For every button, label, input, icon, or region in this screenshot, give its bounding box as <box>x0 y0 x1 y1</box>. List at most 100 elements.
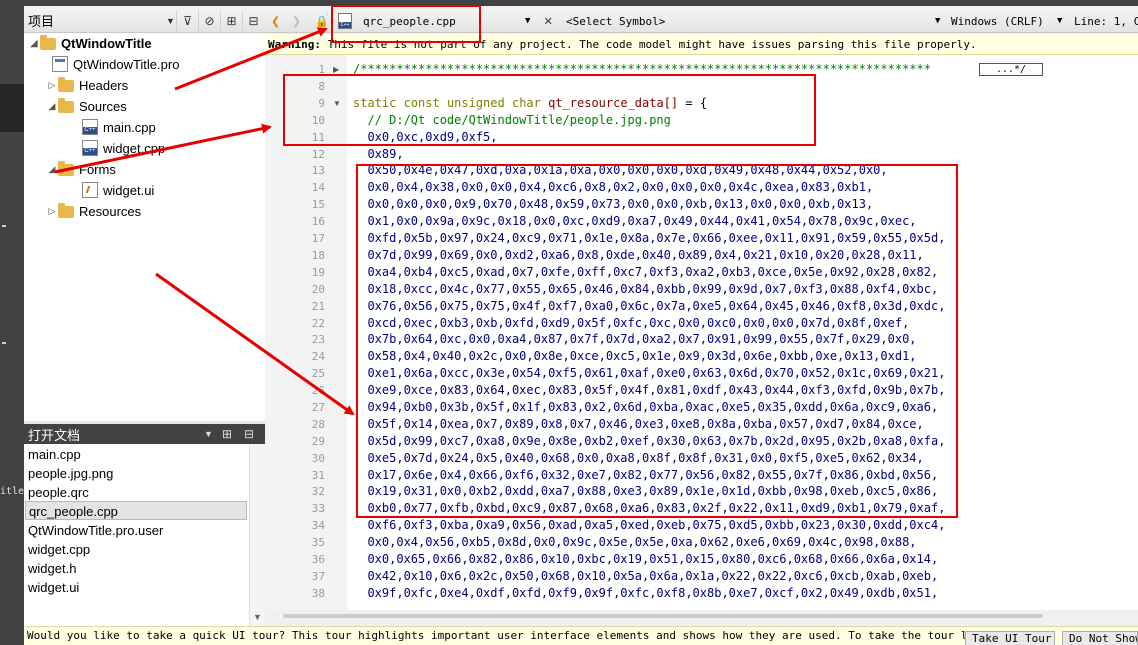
tree-item-pro-file[interactable]: QtWindowTitle.pro <box>52 54 179 74</box>
close-pane-icon[interactable]: ⊟ <box>238 427 260 441</box>
open-doc-item[interactable]: widget.cpp <box>25 540 247 559</box>
chevron-down-icon[interactable]: ▼ <box>204 429 216 439</box>
chevron-down-icon[interactable]: ◢ <box>28 38 40 49</box>
tree-item-label: Resources <box>79 203 142 219</box>
line-number: 33 <box>311 502 325 515</box>
open-doc-item[interactable]: widget.ui <box>25 578 247 597</box>
line-number: 36 <box>311 553 325 566</box>
horizontal-scrollbar[interactable] <box>265 610 1138 622</box>
line-number: 32 <box>311 485 325 498</box>
line-number: 20 <box>311 283 325 296</box>
scroll-down-icon[interactable]: ▼ <box>253 612 262 622</box>
folder-icon <box>58 77 74 92</box>
line-number: 22 <box>311 317 325 330</box>
nav-forward-icon[interactable]: ❯ <box>292 9 301 33</box>
chevron-down-icon[interactable]: ▼ <box>1057 9 1062 33</box>
project-pane-title[interactable]: 项目 <box>24 11 166 30</box>
tree-item-label: QtWindowTitle <box>61 35 152 51</box>
chevron-right-icon[interactable]: ▷ <box>46 206 58 217</box>
chevron-right-icon[interactable]: ▷ <box>46 80 58 91</box>
tree-item-project[interactable]: ◢ QtWindowTitle <box>28 33 152 53</box>
tree-item-main-cpp[interactable]: main.cpp <box>82 117 156 137</box>
line-number: 12 <box>311 148 325 161</box>
annotation-box-filename <box>331 5 481 43</box>
tree-item-label: widget.ui <box>103 182 155 198</box>
open-doc-item[interactable]: people.jpg.png <box>25 464 247 483</box>
do-not-show-button[interactable]: Do Not Show <box>1062 631 1138 645</box>
code-line: 0x9f,0xfc,0xe4,0xdf,0xfd,0xf9,0x9f,0xfc,… <box>353 586 939 600</box>
filter-icon[interactable]: ⊽ <box>176 10 198 31</box>
line-number: 17 <box>311 232 325 245</box>
line-number: 24 <box>311 350 325 363</box>
tree-item-label: QtWindowTitle.pro <box>73 56 180 72</box>
tree-item-label: Forms <box>79 161 116 177</box>
code-line: 0x0,0x65,0x66,0x82,0x86,0x10,0xbc,0x19,0… <box>353 552 939 566</box>
line-number: 37 <box>311 570 325 583</box>
line-number: 34 <box>311 519 325 532</box>
close-document-icon[interactable]: ✕ <box>544 9 552 33</box>
mode-edit-selected[interactable] <box>0 84 24 132</box>
resource-folder-icon <box>58 203 74 218</box>
scrollbar-thumb[interactable] <box>283 614 1043 618</box>
collapsed-block-marker[interactable]: ...*/ <box>979 63 1043 76</box>
open-doc-item-selected[interactable]: qrc_people.cpp <box>25 501 247 520</box>
line-number: 31 <box>311 469 325 482</box>
line-number: 16 <box>311 215 325 228</box>
split-icon[interactable]: ⊞ <box>220 10 242 31</box>
line-number: 21 <box>311 300 325 313</box>
line-number: 38 <box>311 587 325 600</box>
tree-item-label: Headers <box>79 77 129 93</box>
split-icon[interactable]: ⊞ <box>216 427 238 441</box>
open-doc-item[interactable]: widget.h <box>25 559 247 578</box>
line-number: 25 <box>311 367 325 380</box>
line-ending-selector[interactable]: Windows (CRLF) <box>951 9 1044 33</box>
chevron-down-icon[interactable]: ▼ <box>166 16 176 26</box>
cpp-file-icon <box>82 140 98 156</box>
tree-item-resources[interactable]: ▷ Resources <box>46 201 141 221</box>
project-folder-icon <box>40 35 56 50</box>
lock-icon: 🔒 <box>315 14 329 28</box>
open-doc-item[interactable]: people.qrc <box>25 483 247 502</box>
open-docs-title[interactable]: 打开文档 <box>24 425 204 444</box>
project-pane-header: 项目 ▼ ⊽ ⊘ ⊞ ⊟ <box>24 9 265 33</box>
cursor-position[interactable]: Line: 1, Co <box>1074 9 1138 33</box>
code-line: 0x42,0x10,0x6,0x2c,0x50,0x68,0x10,0x5a,0… <box>353 569 939 583</box>
annotation-box-data <box>356 164 958 518</box>
code-line: 0x89, <box>353 147 404 161</box>
chevron-down-icon[interactable]: ▼ <box>525 9 530 33</box>
close-pane-icon[interactable]: ⊟ <box>242 10 264 31</box>
ui-file-icon <box>82 182 98 198</box>
open-docs-scrollbar[interactable]: ▼ <box>249 444 265 626</box>
line-number: 26 <box>311 384 325 397</box>
tree-item-label: widget.cpp <box>103 140 166 156</box>
chevron-down-icon[interactable]: ▼ <box>935 9 940 33</box>
folder-icon <box>58 98 74 113</box>
line-number: 28 <box>311 418 325 431</box>
line-number: 15 <box>311 198 325 211</box>
project-tree: ◢ QtWindowTitle QtWindowTitle.pro ▷ Head… <box>24 33 265 421</box>
open-doc-item[interactable]: main.cpp <box>25 445 247 464</box>
mode-sidebar: itle <box>0 0 24 645</box>
tree-item-label: main.cpp <box>103 119 156 135</box>
line-number: 27 <box>311 401 325 414</box>
chevron-down-icon[interactable]: ◢ <box>46 164 58 175</box>
pro-file-icon <box>52 56 68 72</box>
tree-item-widget-cpp[interactable]: widget.cpp <box>82 138 165 158</box>
sidebar-marker <box>2 342 6 344</box>
tree-item-sources[interactable]: ◢ Sources <box>46 96 127 116</box>
link-icon[interactable]: ⊘ <box>198 10 220 31</box>
tree-item-forms[interactable]: ◢ Forms <box>46 159 116 179</box>
tree-item-headers[interactable]: ▷ Headers <box>46 75 128 95</box>
cpp-file-icon <box>82 119 98 135</box>
take-ui-tour-button[interactable]: Take UI Tour <box>965 631 1055 645</box>
line-number: 18 <box>311 249 325 262</box>
open-doc-item[interactable]: QtWindowTitle.pro.user <box>25 521 247 540</box>
nav-back-icon[interactable]: ❮ <box>271 9 280 33</box>
warning-label: Warning: <box>268 38 321 51</box>
line-number: 35 <box>311 536 325 549</box>
symbol-selector[interactable]: <Select Symbol> <box>566 9 665 33</box>
tree-item-widget-ui[interactable]: widget.ui <box>82 180 154 200</box>
mode-label: itle <box>0 486 24 497</box>
chevron-down-icon[interactable]: ◢ <box>46 101 58 112</box>
fold-expand-icon[interactable]: ▶ <box>333 65 339 74</box>
